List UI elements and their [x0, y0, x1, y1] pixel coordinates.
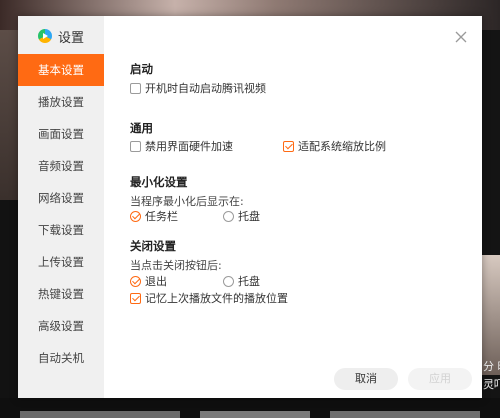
- hw-accel-checkbox-option[interactable]: 禁用界面硬件加速: [130, 138, 233, 154]
- minimize-tray-radio[interactable]: [223, 210, 234, 222]
- cancel-button[interactable]: 取消: [334, 368, 398, 390]
- remember-position-checkbox-option[interactable]: 记忆上次播放文件的播放位置: [130, 290, 288, 306]
- sidebar-item-audio[interactable]: 音频设置: [18, 150, 104, 182]
- sidebar-item-download[interactable]: 下载设置: [18, 214, 104, 246]
- sidebar-item-basic[interactable]: 基本设置: [18, 54, 104, 86]
- background-tile: [330, 411, 480, 418]
- minimize-tray-radio-option[interactable]: 托盘: [223, 208, 260, 224]
- background-left-panel: [0, 30, 18, 200]
- sidebar-item-hotkeys[interactable]: 热键设置: [18, 278, 104, 310]
- scaling-checkbox[interactable]: [283, 140, 294, 152]
- sidebar-item-network[interactable]: 网络设置: [18, 182, 104, 214]
- close-tray-label: 托盘: [238, 275, 260, 288]
- autostart-checkbox-option[interactable]: 开机时自动启动腾讯视频: [130, 80, 266, 96]
- autostart-checkbox[interactable]: [130, 82, 141, 94]
- sidebar-item-upload[interactable]: 上传设置: [18, 246, 104, 278]
- section-title-close: 关闭设置: [130, 239, 176, 253]
- close-tray-radio-option[interactable]: 托盘: [223, 273, 260, 289]
- minimize-taskbar-radio[interactable]: [130, 210, 141, 222]
- close-exit-label: 退出: [145, 275, 167, 288]
- section-title-general: 通用: [130, 121, 153, 135]
- autostart-label: 开机时自动启动腾讯视频: [145, 82, 266, 95]
- close-exit-radio-option[interactable]: 退出: [130, 273, 167, 289]
- sidebar-item-video[interactable]: 画面设置: [18, 118, 104, 150]
- sidebar-item-playback[interactable]: 播放设置: [18, 86, 104, 118]
- tencent-video-logo-icon: [38, 29, 52, 43]
- minimize-prompt: 当程序最小化后显示在:: [130, 195, 244, 208]
- background-tile: [20, 411, 180, 418]
- hw-accel-label: 禁用界面硬件加速: [145, 140, 233, 153]
- settings-nav: 基本设置 播放设置 画面设置 音频设置 网络设置 下载设置 上传设置 热键设置 …: [18, 54, 104, 374]
- background-left-dark: [0, 200, 18, 418]
- settings-dialog: 设置 基本设置 播放设置 画面设置 音频设置 网络设置 下载设置 上传设置 热键…: [18, 16, 482, 398]
- background-right-text: 分 晚 灵吓: [483, 360, 500, 391]
- remember-position-checkbox[interactable]: [130, 292, 141, 304]
- scaling-checkbox-option[interactable]: 适配系统缩放比例: [283, 138, 386, 154]
- remember-position-label: 记忆上次播放文件的播放位置: [145, 292, 288, 305]
- apply-button[interactable]: 应用: [408, 368, 472, 390]
- close-tray-radio[interactable]: [223, 275, 234, 287]
- background-thumbnail: [482, 255, 500, 375]
- settings-sidebar: 设置 基本设置 播放设置 画面设置 音频设置 网络设置 下载设置 上传设置 热键…: [18, 16, 104, 398]
- minimize-taskbar-radio-option[interactable]: 任务栏: [130, 208, 178, 224]
- sidebar-item-auto-shutdown[interactable]: 自动关机: [18, 342, 104, 374]
- minimize-tray-label: 托盘: [238, 210, 260, 223]
- close-prompt: 当点击关闭按钮后:: [130, 259, 222, 272]
- section-title-minimize: 最小化设置: [130, 175, 188, 189]
- background-tile: [200, 411, 310, 418]
- minimize-taskbar-label: 任务栏: [145, 210, 178, 223]
- settings-content: 启动 开机时自动启动腾讯视频 通用 禁用界面硬件加速 适配系统缩放比例 最小化设…: [130, 16, 470, 398]
- section-title-startup: 启动: [130, 62, 153, 76]
- dialog-title: 设置: [58, 30, 85, 46]
- dialog-title-row: 设置: [38, 26, 84, 46]
- sidebar-item-advanced[interactable]: 高级设置: [18, 310, 104, 342]
- close-exit-radio[interactable]: [130, 275, 141, 287]
- hw-accel-checkbox[interactable]: [130, 140, 141, 152]
- scaling-label: 适配系统缩放比例: [298, 140, 386, 153]
